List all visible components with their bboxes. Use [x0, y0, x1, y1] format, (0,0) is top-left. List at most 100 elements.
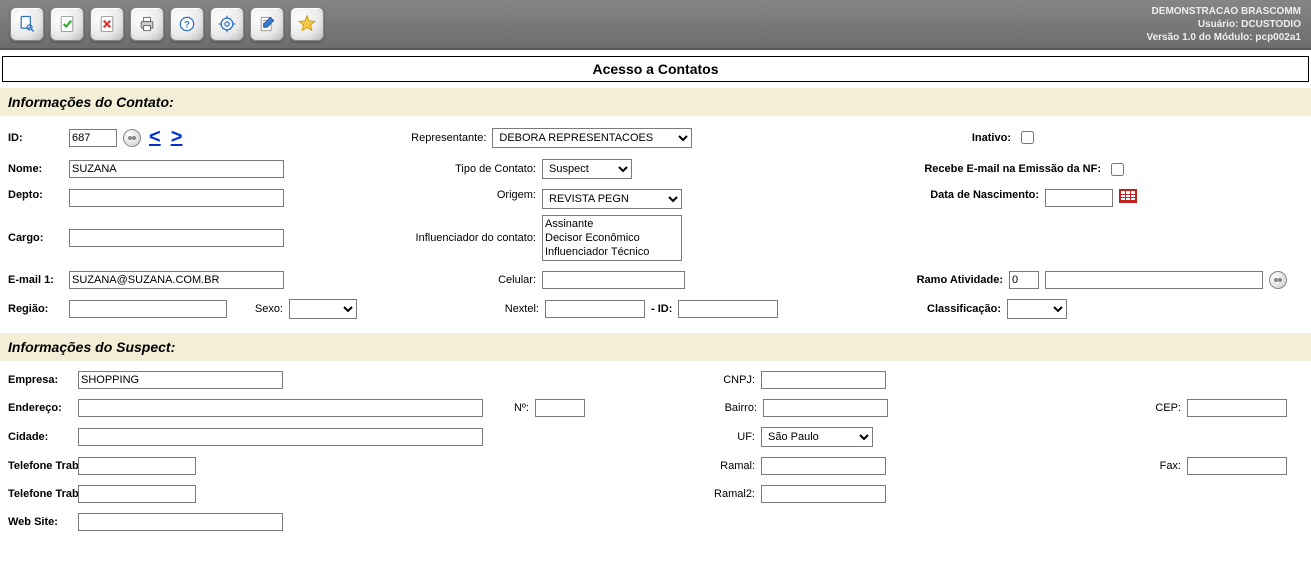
endereco-input[interactable]: [78, 399, 483, 417]
binoculars-icon: [1272, 274, 1284, 286]
recebe-email-checkbox[interactable]: [1111, 163, 1124, 176]
nav-next[interactable]: >: [171, 126, 183, 149]
section-suspect-header: Informações do Suspect:: [0, 333, 1311, 361]
classificacao-select[interactable]: [1007, 299, 1067, 319]
influenciador-option[interactable]: Assinante: [545, 217, 679, 231]
numero-input[interactable]: [535, 399, 585, 417]
nome-input[interactable]: [69, 160, 284, 178]
teltrab2-label: Telefone Trabalho2:: [8, 488, 72, 500]
delete-button[interactable]: [90, 7, 124, 41]
website-input[interactable]: [78, 513, 283, 531]
numero-label: Nº:: [489, 402, 529, 414]
recebe-email-label: Recebe E-mail na Emissão da NF:: [924, 163, 1101, 175]
sexo-select[interactable]: [289, 299, 357, 319]
regiao-label: Região:: [8, 303, 63, 315]
help-icon: ?: [177, 14, 197, 34]
favorite-button[interactable]: [290, 7, 324, 41]
ramal2-input[interactable]: [761, 485, 886, 503]
ramal-input[interactable]: [761, 457, 886, 475]
tipo-label: Tipo de Contato:: [366, 163, 536, 175]
influenciador-option[interactable]: Influenciador Técnico: [545, 245, 679, 259]
celular-input[interactable]: [542, 271, 685, 289]
cidade-input[interactable]: [78, 428, 483, 446]
endereco-label: Endereço:: [8, 402, 72, 414]
module-code: pcp002a1: [1255, 32, 1301, 43]
representante-select[interactable]: DEBORA REPRESENTACOES: [492, 128, 692, 148]
inativo-checkbox[interactable]: [1021, 131, 1034, 144]
origem-label: Origem:: [366, 189, 536, 201]
id-lookup-button[interactable]: [123, 129, 141, 147]
teltrab-label: Telefone Trabalho:: [8, 460, 72, 472]
depto-input[interactable]: [69, 189, 284, 207]
representante-label: Representante:: [346, 132, 486, 144]
sexo-label: Sexo:: [233, 303, 283, 315]
module-label-text: do Módulo:: [1199, 32, 1253, 43]
celular-label: Celular:: [426, 274, 536, 286]
notepad-icon: [257, 14, 277, 34]
toolbar: ? DEMONSTRACAO BRASCOMM Usuário: DCUSTOD…: [0, 0, 1311, 50]
star-icon: [297, 14, 317, 34]
influenciador-list[interactable]: Assinante Decisor Econômico Influenciado…: [542, 215, 682, 261]
cidade-label: Cidade:: [8, 431, 72, 443]
svg-text:?: ?: [184, 19, 190, 29]
empresa-label: Empresa:: [8, 374, 72, 386]
nextel-id-label: - ID:: [651, 303, 672, 315]
page-title: Acesso a Contatos: [2, 56, 1309, 82]
tipo-contato-select[interactable]: Suspect: [542, 159, 632, 179]
document-search-icon: [17, 14, 37, 34]
cep-label: CEP:: [1141, 402, 1181, 414]
ramo-lookup-button[interactable]: [1269, 271, 1287, 289]
version-number: 1.0: [1182, 32, 1196, 43]
user-name: DCUSTODIO: [1241, 19, 1301, 30]
header-info: DEMONSTRACAO BRASCOMM Usuário: DCUSTODIO…: [1146, 5, 1301, 44]
cargo-label: Cargo:: [8, 232, 63, 244]
uf-label: UF:: [695, 431, 755, 443]
datanasc-input[interactable]: [1045, 189, 1113, 207]
id-label: ID:: [8, 132, 63, 144]
cnpj-input[interactable]: [761, 371, 886, 389]
search-button[interactable]: [10, 7, 44, 41]
inativo-label: Inativo:: [972, 132, 1011, 144]
email1-input[interactable]: [69, 271, 284, 289]
teltrab2-input[interactable]: [78, 485, 196, 503]
origem-select[interactable]: REVISTA PEGN: [542, 189, 682, 209]
settings-button[interactable]: [210, 7, 244, 41]
binoculars-icon: [126, 132, 138, 144]
nextel-input[interactable]: [545, 300, 645, 318]
bairro-label: Bairro:: [697, 402, 757, 414]
fax-input[interactable]: [1187, 457, 1287, 475]
email1-label: E-mail 1:: [8, 274, 63, 286]
ramo-code-input[interactable]: [1009, 271, 1039, 289]
id-input[interactable]: [69, 129, 117, 147]
notes-button[interactable]: [250, 7, 284, 41]
fax-label: Fax:: [1141, 460, 1181, 472]
ramal2-label: Ramal2:: [695, 488, 755, 500]
regiao-input[interactable]: [69, 300, 227, 318]
influenciador-label: Influenciador do contato:: [336, 232, 536, 244]
printer-icon: [137, 14, 157, 34]
ramo-label: Ramo Atividade:: [917, 274, 1003, 286]
calendar-icon[interactable]: [1119, 189, 1137, 203]
influenciador-option[interactable]: Decisor Econômico: [545, 231, 679, 245]
cargo-input[interactable]: [69, 229, 284, 247]
cep-input[interactable]: [1187, 399, 1287, 417]
bairro-input[interactable]: [763, 399, 888, 417]
classificacao-label: Classificação:: [927, 303, 1001, 315]
print-button[interactable]: [130, 7, 164, 41]
nextel-id-input[interactable]: [678, 300, 778, 318]
ramal-label: Ramal:: [695, 460, 755, 472]
uf-select[interactable]: São Paulo: [761, 427, 873, 447]
confirm-button[interactable]: [50, 7, 84, 41]
nav-prev[interactable]: <: [149, 126, 161, 149]
depto-label: Depto:: [8, 189, 63, 201]
cnpj-label: CNPJ:: [695, 374, 755, 386]
document-check-icon: [57, 14, 77, 34]
empresa-input[interactable]: [78, 371, 283, 389]
version-label-text: Versão: [1146, 32, 1179, 43]
nextel-label: Nextel:: [439, 303, 539, 315]
teltrab-input[interactable]: [78, 457, 196, 475]
ramo-desc-input[interactable]: [1045, 271, 1263, 289]
section-contact-header: Informações do Contato:: [0, 88, 1311, 116]
user-label-text: Usuário:: [1198, 19, 1239, 30]
help-button[interactable]: ?: [170, 7, 204, 41]
